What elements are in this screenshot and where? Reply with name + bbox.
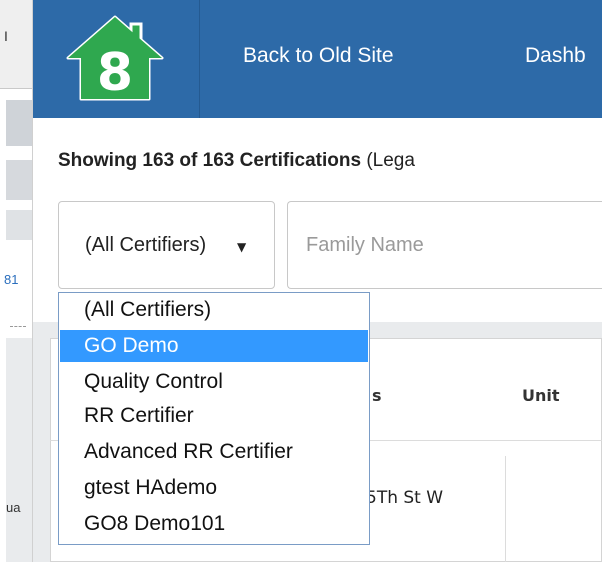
dropdown-option-all-certifiers[interactable]: (All Certifiers) <box>60 294 368 326</box>
dropdown-option-go-demo[interactable]: GO Demo <box>60 330 368 362</box>
results-count: Showing 163 of 163 Certifications <box>58 150 362 171</box>
dropdown-option-quality-control[interactable]: Quality Control <box>60 366 368 398</box>
column-header-unit[interactable]: Unit <box>522 386 560 405</box>
logo-link[interactable]: 8 <box>33 0 200 118</box>
left-divider <box>10 326 26 327</box>
dropdown-option-advanced-rr-certifier[interactable]: Advanced RR Certifier <box>60 436 368 468</box>
column-header-address[interactable]: s <box>372 386 382 405</box>
left-text-fragment: ua <box>6 500 21 515</box>
logo-text: 8 <box>97 43 133 102</box>
left-band <box>6 100 32 146</box>
certifier-dropdown-list: (All Certifiers) GO Demo Quality Control… <box>58 292 370 545</box>
dropdown-option-gtest-hademo[interactable]: gtest HAdemo <box>60 472 368 504</box>
dropdown-option-rr-certifier[interactable]: RR Certifier <box>60 400 368 432</box>
family-name-input[interactable]: Family Name <box>287 201 602 289</box>
left-link-fragment: 81 <box>4 272 19 287</box>
left-background-window: I 81 ua <box>0 0 33 562</box>
dropdown-option-go8-demo101[interactable]: GO8 Demo101 <box>60 508 368 540</box>
left-band <box>6 160 32 200</box>
left-tab-glyph: I <box>4 28 8 44</box>
nav-dashboard[interactable]: Dashb <box>525 44 586 68</box>
table-cell-address: 5Th St W <box>366 488 444 508</box>
house-logo-icon: 8 <box>66 15 164 102</box>
chevron-down-icon: ▼ <box>237 240 247 254</box>
left-band <box>6 210 32 240</box>
nav-back-to-old-site[interactable]: Back to Old Site <box>243 44 394 68</box>
certifier-select-value: (All Certifiers) <box>85 234 207 256</box>
table-column-divider <box>505 456 506 562</box>
results-heading: Showing 163 of 163 Certifications (Lega <box>58 150 415 172</box>
top-navbar: 8 Back to Old Site Dashb <box>33 0 602 118</box>
left-lower-panel <box>6 338 32 562</box>
family-name-placeholder: Family Name <box>306 234 424 256</box>
results-suffix: (Lega <box>366 150 415 171</box>
left-tab: I <box>0 0 32 89</box>
certifier-select[interactable]: (All Certifiers) ▼ <box>58 201 275 289</box>
